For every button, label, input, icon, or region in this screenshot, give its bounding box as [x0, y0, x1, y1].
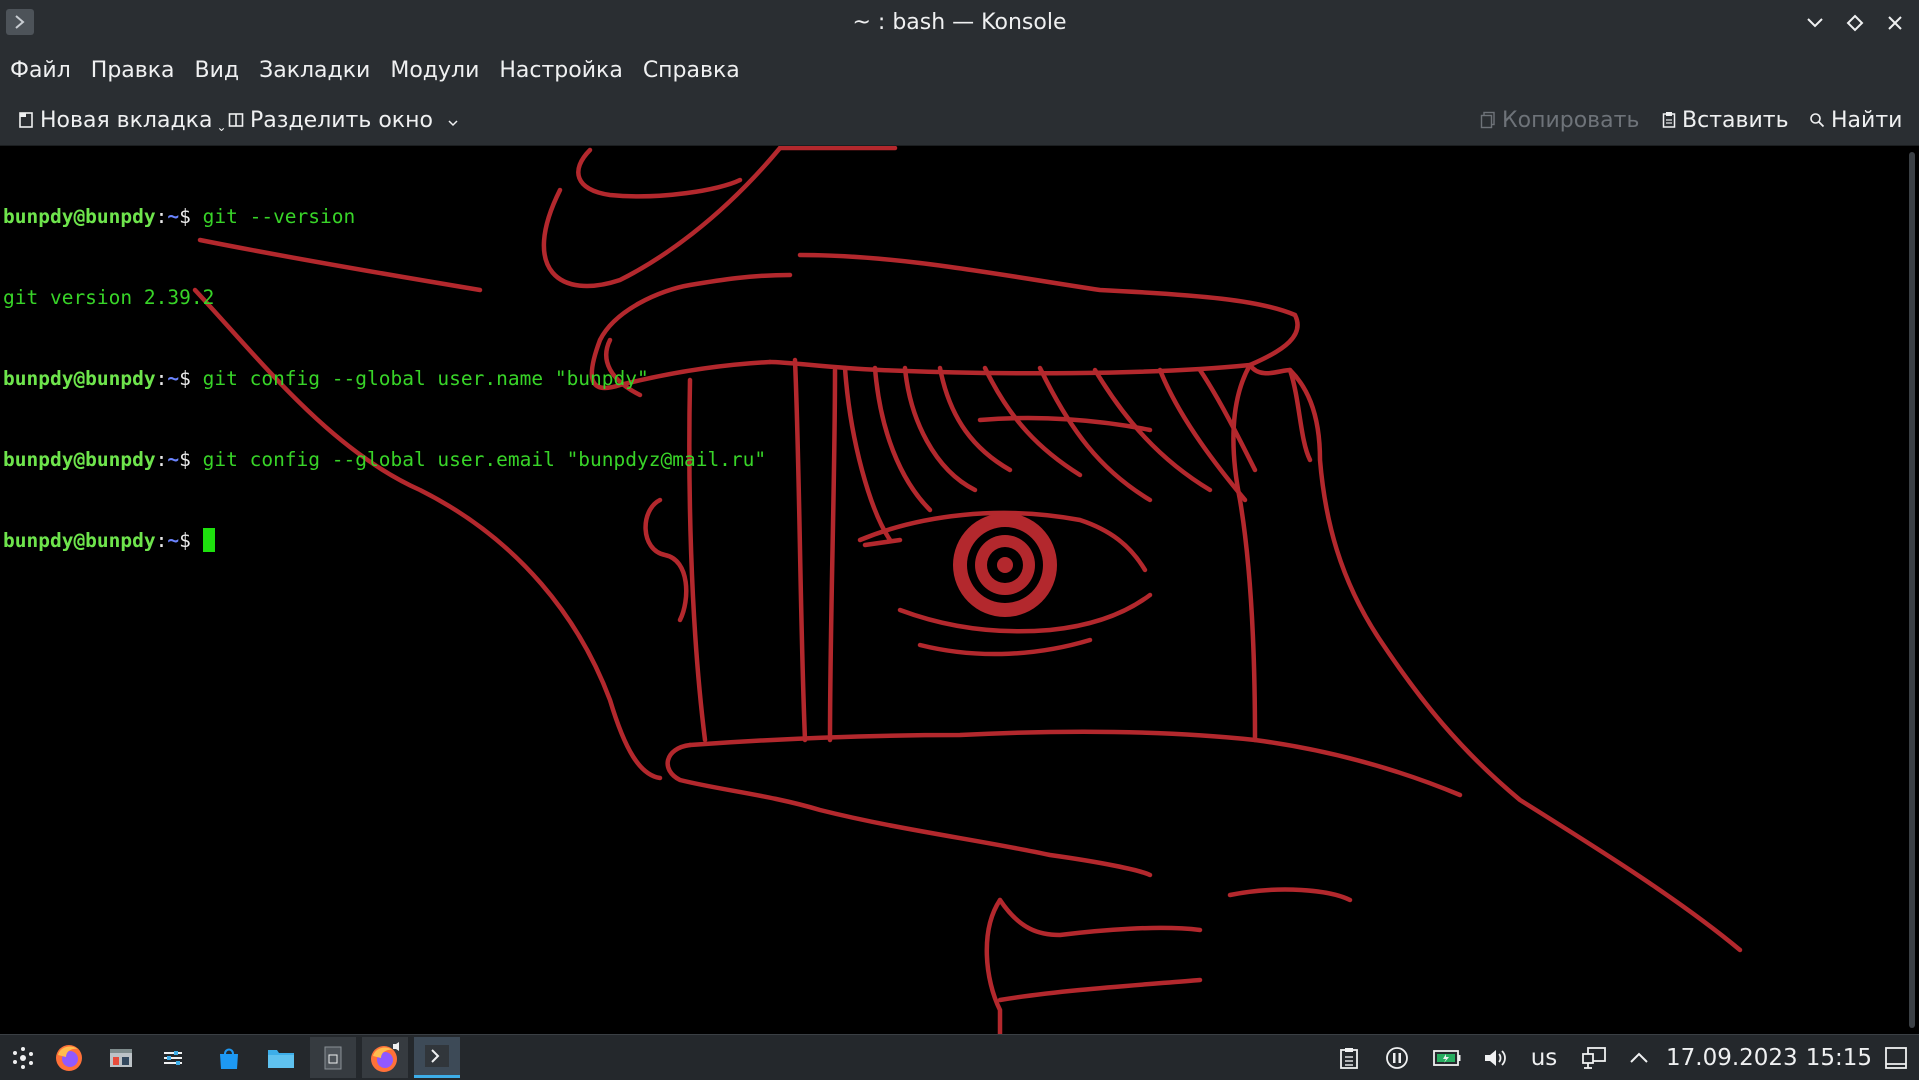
taskbar-firefox-window[interactable] — [362, 1037, 408, 1078]
prompt-symbol: $ — [179, 205, 191, 228]
chevron-down-icon: ⌄ — [216, 120, 227, 134]
sliders-icon — [164, 1050, 182, 1065]
paste-label: Вставить — [1682, 107, 1789, 133]
menu-help[interactable]: Справка — [633, 46, 750, 95]
split-view-icon — [228, 112, 244, 128]
maximize-button[interactable] — [1841, 9, 1869, 37]
minimize-button[interactable] — [1801, 9, 1829, 37]
terminal-line: bunpdy@bunpdy:~$ git config --global use… — [3, 448, 767, 471]
close-button[interactable] — [1881, 9, 1909, 37]
battery-tray-button[interactable] — [1430, 1035, 1464, 1080]
menu-view[interactable]: Вид — [185, 46, 250, 95]
window-title: ~ : bash — Konsole — [852, 10, 1067, 35]
find-button[interactable]: Найти — [1809, 95, 1902, 145]
taskbar-settings[interactable] — [150, 1037, 196, 1078]
copy-button[interactable]: Копировать — [1480, 95, 1639, 145]
app-launcher-button[interactable] — [0, 1037, 46, 1078]
firefox-audio-icon — [371, 1041, 399, 1072]
document-icon — [324, 1046, 342, 1069]
chevron-down-icon — [1807, 18, 1823, 28]
taskbar-firefox[interactable] — [46, 1037, 92, 1078]
menu-edit[interactable]: Правка — [81, 46, 185, 95]
network-wired-icon — [1582, 1046, 1606, 1069]
kde-launcher-icon — [13, 1046, 33, 1069]
prompt-user: bunpdy@bunpdy — [3, 448, 156, 471]
toolbar: Новая вкладка ⌄ Разделить окно Копироват… — [0, 95, 1919, 146]
split-view-button[interactable]: Разделить окно — [228, 95, 459, 145]
new-tab-label: Новая вкладка — [40, 107, 213, 133]
menu-bookmarks[interactable]: Закладки — [249, 46, 380, 95]
prompt-path: ~ — [167, 529, 180, 552]
paste-icon — [1662, 111, 1676, 129]
prompt-path: ~ — [167, 367, 180, 390]
terminal-line: git version 2.39.2 — [3, 284, 766, 311]
new-tab-button[interactable]: Новая вкладка ⌄ — [18, 95, 227, 145]
taskbar-window-1[interactable] — [310, 1037, 356, 1078]
new-tab-icon — [18, 111, 34, 129]
chevron-down-icon — [447, 108, 459, 133]
terminal-scrollbar[interactable] — [1909, 152, 1915, 1028]
taskbar: us 17.09.2023 15:15 — [0, 1034, 1919, 1080]
command-text: git config --global user.email "bunpdyz@… — [202, 448, 767, 471]
taskbar-dolphin[interactable] — [258, 1037, 304, 1078]
konsole-icon — [425, 1045, 449, 1067]
prompt-path: ~ — [167, 205, 180, 228]
prompt-user: bunpdy@bunpdy — [3, 205, 156, 228]
prompt-symbol: $ — [179, 448, 191, 471]
keyboard-layout[interactable]: us — [1524, 1035, 1564, 1080]
prompt-symbol: $ — [179, 367, 191, 390]
eye-iris — [953, 513, 1057, 617]
paste-button[interactable]: Вставить — [1662, 95, 1789, 145]
diamond-icon — [1846, 14, 1864, 32]
command-text: git config --global user.name "bunpdy" — [202, 367, 649, 390]
copy-icon — [1480, 111, 1496, 129]
text-cursor — [202, 528, 215, 552]
system-monitor-icon — [110, 1048, 132, 1067]
command-text: git --version — [202, 205, 356, 228]
split-view-label: Разделить окно — [250, 107, 433, 133]
menu-bar: Файл Правка Вид Закладки Модули Настройк… — [0, 46, 1919, 95]
prompt-path: ~ — [167, 448, 180, 471]
show-desktop-button[interactable] — [1880, 1035, 1912, 1080]
taskbar-konsole[interactable] — [414, 1037, 460, 1078]
menu-plugins[interactable]: Модули — [380, 46, 489, 95]
firefox-icon — [56, 1044, 82, 1071]
terminal-output: bunpdy@bunpdy:~$ git --version git versi… — [3, 149, 766, 608]
volume-tray-button[interactable] — [1480, 1035, 1510, 1080]
taskbar-system-monitor[interactable] — [98, 1037, 144, 1078]
terminal-view[interactable]: bunpdy@bunpdy:~$ git --version git versi… — [0, 146, 1919, 1034]
clock-date: 17.09.2023 — [1666, 1044, 1798, 1071]
close-icon — [1888, 16, 1902, 30]
terminal-line: bunpdy@bunpdy:~$ git config --global use… — [3, 367, 649, 390]
prompt-user: bunpdy@bunpdy — [3, 529, 156, 552]
chevron-up-icon — [1630, 1052, 1648, 1063]
battery-icon — [1433, 1049, 1461, 1066]
terminal-line: bunpdy@bunpdy:~$ git --version — [3, 205, 356, 228]
clipboard-icon — [1340, 1047, 1358, 1069]
folder-icon — [268, 1049, 294, 1068]
clipboard-tray-button[interactable] — [1334, 1035, 1364, 1080]
prompt-symbol: $ — [179, 529, 191, 552]
clock-time: 15:15 — [1805, 1044, 1872, 1071]
find-label: Найти — [1831, 107, 1903, 133]
search-icon — [1809, 112, 1825, 128]
copy-label: Копировать — [1502, 107, 1640, 133]
shopping-bag-icon — [220, 1048, 238, 1069]
taskbar-discover[interactable] — [206, 1037, 252, 1078]
prompt-user: bunpdy@bunpdy — [3, 367, 156, 390]
tray-expander-button[interactable] — [1624, 1035, 1654, 1080]
menu-settings[interactable]: Настройка — [489, 46, 632, 95]
media-tray-button[interactable] — [1382, 1035, 1412, 1080]
terminal-line: bunpdy@bunpdy:~$ — [3, 527, 766, 554]
network-tray-button[interactable] — [1578, 1035, 1610, 1080]
menu-file[interactable]: Файл — [0, 46, 81, 95]
speaker-icon — [1485, 1049, 1506, 1066]
pause-icon — [1386, 1046, 1408, 1069]
show-desktop-icon — [1885, 1046, 1907, 1069]
output-text: git version 2.39.2 — [3, 286, 215, 309]
title-bar: ~ : bash — Konsole — [0, 0, 1919, 46]
clock[interactable]: 17.09.2023 15:15 — [1666, 1035, 1872, 1080]
